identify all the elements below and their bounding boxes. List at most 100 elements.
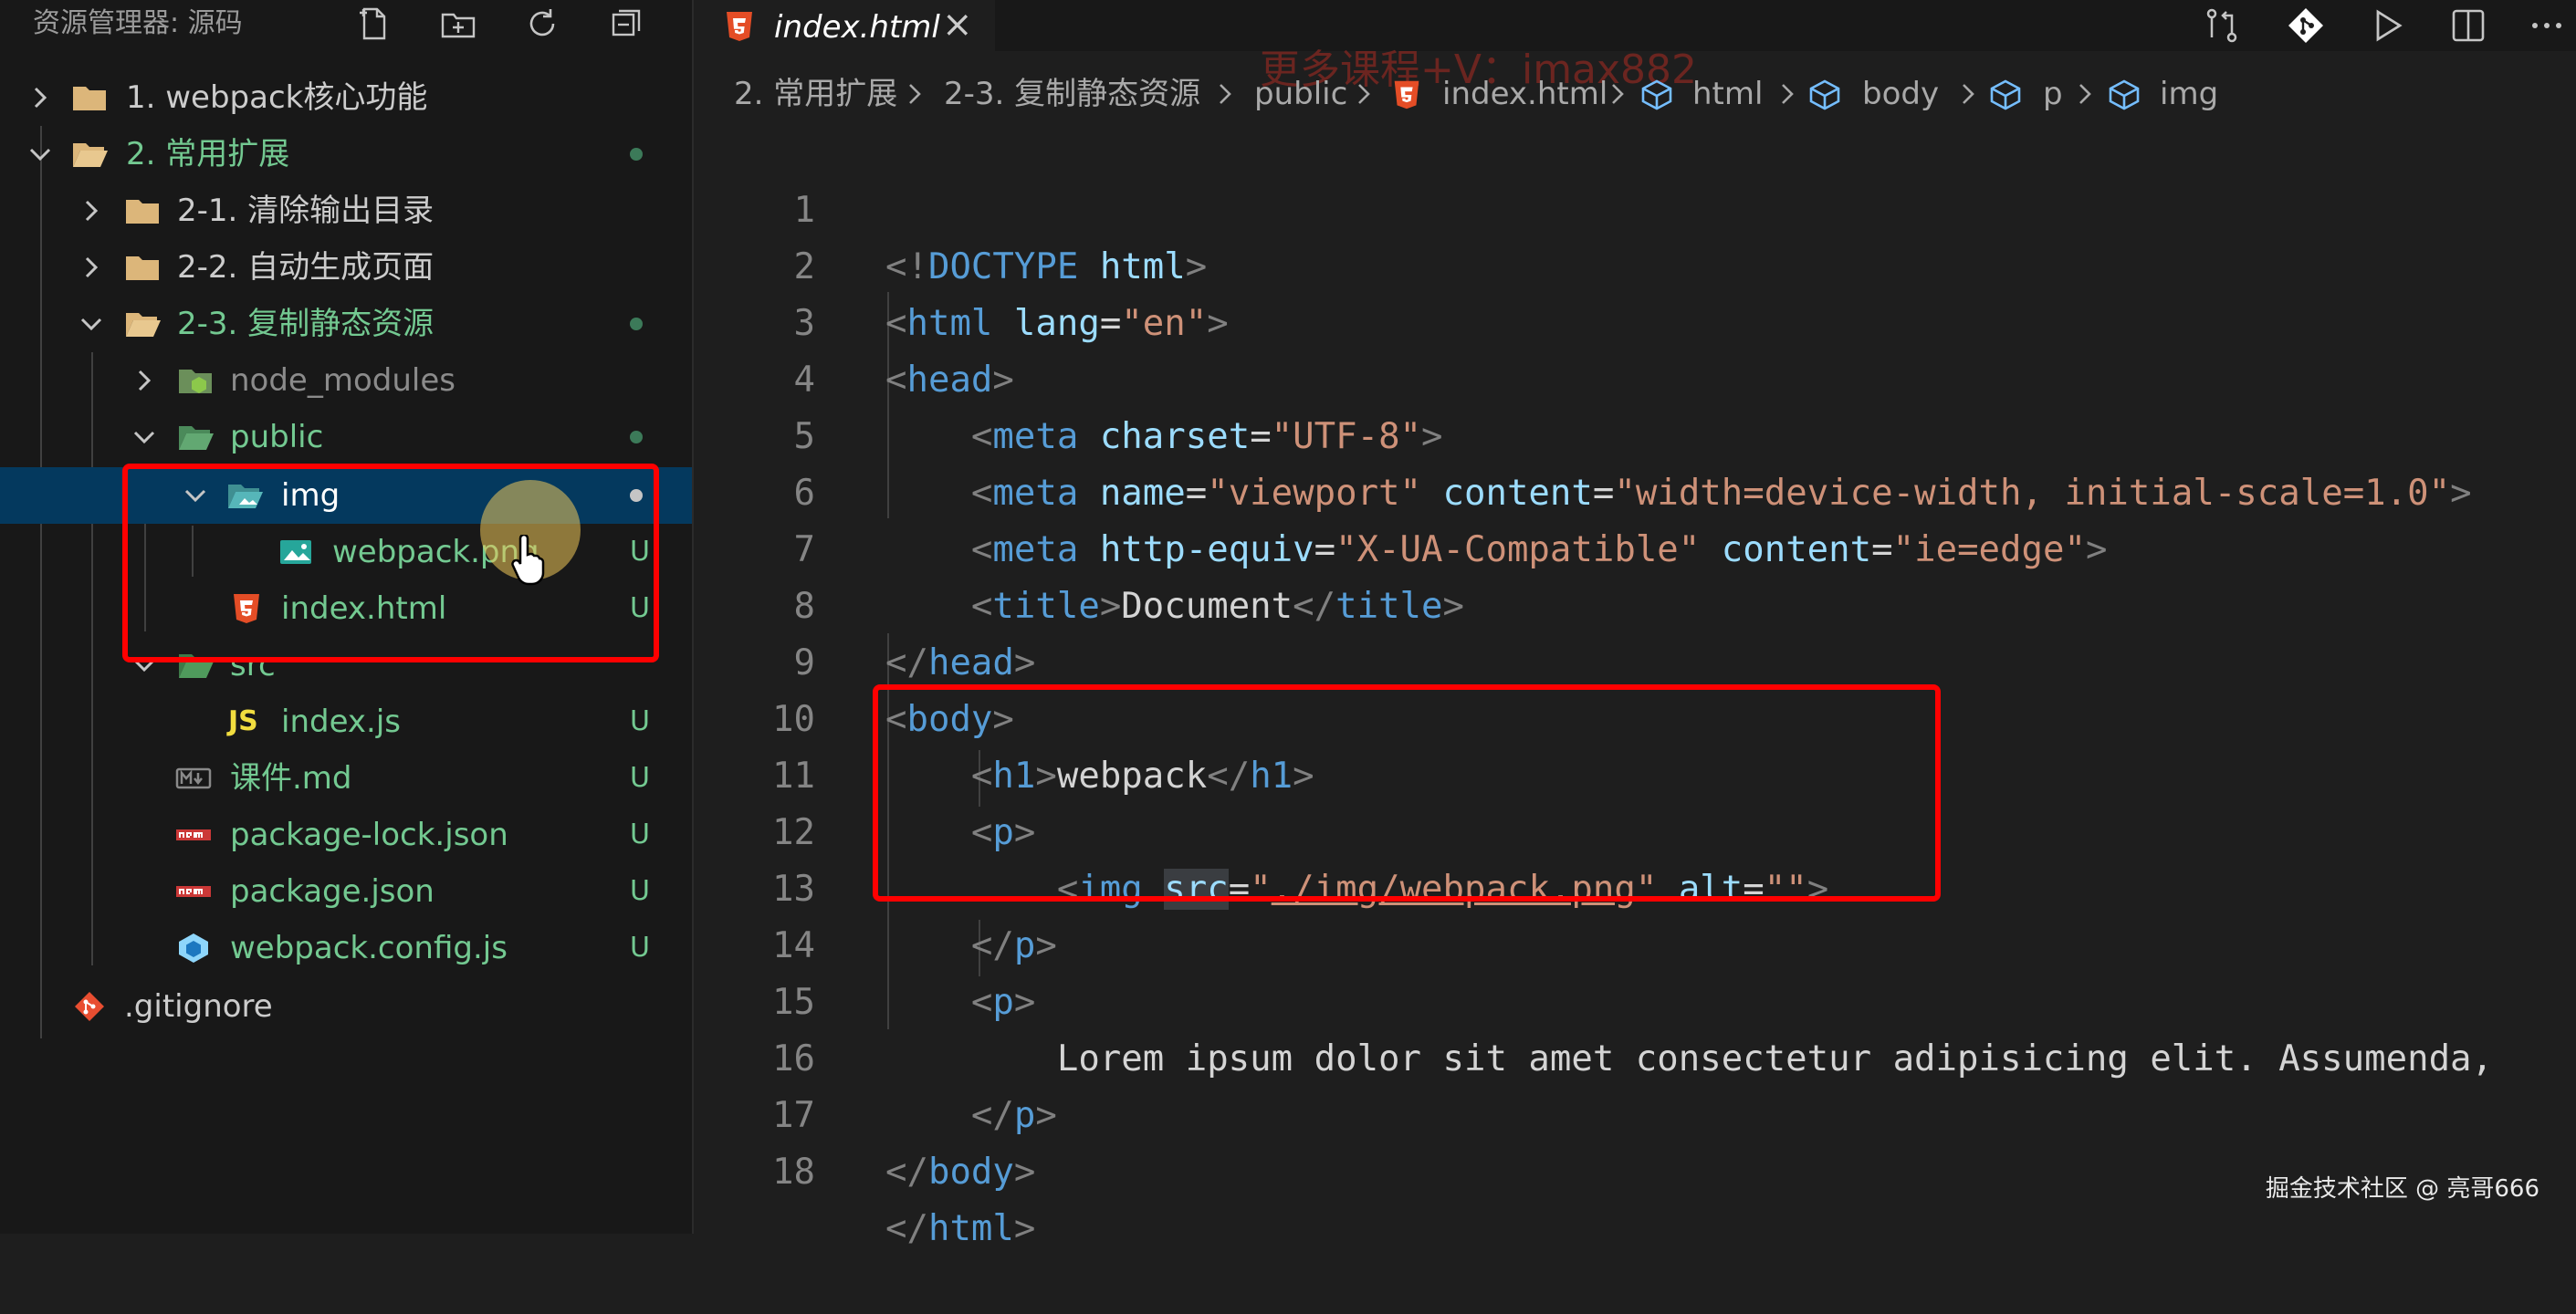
breadcrumb-item[interactable]: body — [1862, 71, 1939, 117]
code-line: 5 <meta name="viewport" content="width=d… — [694, 352, 2576, 514]
folder-open-icon — [73, 143, 108, 167]
modified-dot — [630, 318, 643, 330]
image-file-icon — [280, 540, 311, 564]
code-line: 8 </head> — [694, 522, 2576, 683]
code-line: 12 <img src="./img/webpack.png" alt=""> — [694, 748, 2576, 910]
chevron-right-icon — [1220, 84, 1231, 104]
npm-icon — [176, 829, 211, 840]
code-line: 4 <meta charset="UTF-8"> — [694, 296, 2576, 457]
tree-folder-src[interactable]: src — [0, 637, 692, 694]
untracked-badge: U — [630, 762, 650, 794]
breadcrumb: 2. 常用扩展 2-3. 复制静态资源 public index.html ht… — [694, 71, 2576, 117]
public-folder-icon — [179, 426, 214, 450]
tree-file-index-js[interactable]: JS index.js U — [0, 694, 692, 750]
tree-item-label: 1. webpack核心功能 — [126, 79, 428, 116]
tree-item-label: 2-1. 清除输出目录 — [177, 193, 435, 229]
npm-icon — [176, 886, 211, 897]
code-line: 9 <body> — [694, 579, 2576, 740]
explorer-sidebar: 资源管理器: 源码 1. webpack核心功能 2. 常用扩展 2-1. 清除… — [0, 0, 694, 1234]
compare-changes-icon[interactable] — [2200, 4, 2244, 47]
editor-area: index.html × 更多课程+V：imax882 2. 常用扩展 2-3.… — [694, 0, 2576, 1249]
run-icon[interactable] — [2366, 4, 2410, 47]
chevron-right-icon — [1963, 84, 1974, 104]
tree-file-gitignore[interactable]: .gitignore — [0, 978, 692, 1035]
tree-item-label: src — [230, 647, 276, 683]
breadcrumb-item[interactable]: html — [1692, 71, 1763, 117]
tree-file-package-lock-json[interactable]: package-lock.json U — [0, 807, 692, 863]
breadcrumb-item[interactable]: 2. 常用扩展 — [734, 71, 897, 117]
tree-item-label: index.html — [281, 590, 447, 627]
src-folder-icon — [179, 654, 214, 678]
tree-item-label: 2-3. 复制静态资源 — [177, 306, 435, 342]
webpack-icon — [179, 933, 208, 963]
tree-item-label: .gitignore — [124, 988, 273, 1025]
breadcrumb-item[interactable]: p — [2043, 71, 2063, 117]
breadcrumb-item[interactable]: public — [1254, 71, 1347, 117]
folder-icon — [73, 87, 106, 110]
tab-close-icon[interactable]: × — [942, 4, 973, 46]
code-line: 6 <meta http-equiv="X-UA-Compatible" con… — [694, 409, 2576, 570]
code-line: 18 </html> — [694, 1088, 2576, 1249]
tree-item-label: img — [281, 477, 340, 514]
image-folder-icon — [228, 485, 263, 508]
html5-icon — [234, 594, 259, 623]
new-folder-icon[interactable] — [438, 4, 478, 44]
tree-file-course-md[interactable]: 课件.md U — [0, 750, 692, 807]
tree-file-package-json[interactable]: package.json U — [0, 863, 692, 920]
chevron-right-icon — [34, 87, 47, 109]
tree-item-label: index.js — [281, 704, 401, 740]
untracked-badge: U — [630, 819, 650, 850]
node-folder-icon — [179, 370, 212, 393]
tree-folder-node-modules[interactable]: node_modules — [0, 352, 692, 409]
untracked-badge: U — [630, 705, 650, 737]
tree-folder-copy-static[interactable]: 2-3. 复制静态资源 — [0, 296, 692, 352]
tree-folder-img[interactable]: img — [0, 467, 692, 524]
code-line: 2 <html lang="en"> — [694, 182, 2576, 344]
untracked-badge: U — [630, 592, 650, 624]
watermark-bottom: 掘金技术社区 @ 亮哥666 — [2265, 1175, 2539, 1203]
untracked-badge: U — [630, 875, 650, 907]
tree-folder-webpack-core[interactable]: 1. webpack核心功能 — [0, 69, 692, 126]
tree-folder-common-extensions[interactable]: 2. 常用扩展 — [0, 126, 692, 182]
chevron-right-icon — [85, 200, 99, 222]
breadcrumb-item[interactable]: 2-3. 复制静态资源 — [944, 71, 1200, 117]
tree-file-webpack-config[interactable]: webpack.config.js U — [0, 920, 692, 976]
markdown-icon — [175, 767, 212, 789]
chevron-right-icon — [909, 84, 921, 104]
untracked-badge: U — [630, 932, 650, 964]
breadcrumb-item[interactable]: index.html — [1442, 71, 1607, 117]
chevron-down-icon — [80, 318, 102, 331]
explorer-title: 资源管理器: 源码 — [33, 7, 243, 39]
tree-item-label: 2. 常用扩展 — [126, 136, 290, 172]
hand-cursor-icon — [511, 535, 545, 586]
tree-file-index-html[interactable]: index.html U — [0, 580, 692, 637]
tree-item-label: public — [230, 419, 324, 455]
new-file-icon[interactable] — [354, 4, 394, 44]
code-line: 15 Lorem ipsum dolor sit amet consectetu… — [694, 918, 2576, 1079]
tree-item-label: webpack.config.js — [230, 930, 508, 966]
line-number: 18 — [772, 1152, 815, 1193]
tree-file-webpack-png[interactable]: webpack.png U — [0, 524, 692, 580]
refresh-icon[interactable] — [522, 4, 562, 44]
chevron-right-icon — [85, 256, 99, 278]
tree-folder-clean-output[interactable]: 2-1. 清除输出目录 — [0, 182, 692, 239]
chevron-down-icon — [29, 148, 51, 162]
collapse-all-icon[interactable] — [606, 4, 646, 44]
split-editor-icon[interactable] — [2446, 4, 2490, 47]
explorer-header: 资源管理器: 源码 — [0, 0, 692, 47]
breadcrumb-item[interactable]: img — [2160, 71, 2218, 117]
code-line: 17 </body> — [694, 1031, 2576, 1193]
code-line: 16 </p> — [694, 975, 2576, 1136]
html5-icon — [727, 12, 752, 41]
element-cube-icon — [1809, 79, 1840, 110]
more-icon[interactable] — [2525, 4, 2569, 47]
chevron-right-icon — [1612, 84, 1624, 104]
tree-folder-auto-page[interactable]: 2-2. 自动生成页面 — [0, 239, 692, 296]
code-line: 11 <p> — [694, 692, 2576, 853]
tree-folder-public[interactable]: public — [0, 409, 692, 465]
untracked-badge: U — [630, 536, 650, 568]
code-line: 13 </p> — [694, 805, 2576, 966]
tab-index-html[interactable]: index.html × — [694, 0, 995, 53]
git-icon[interactable] — [2284, 4, 2328, 47]
folder-icon — [126, 256, 159, 280]
